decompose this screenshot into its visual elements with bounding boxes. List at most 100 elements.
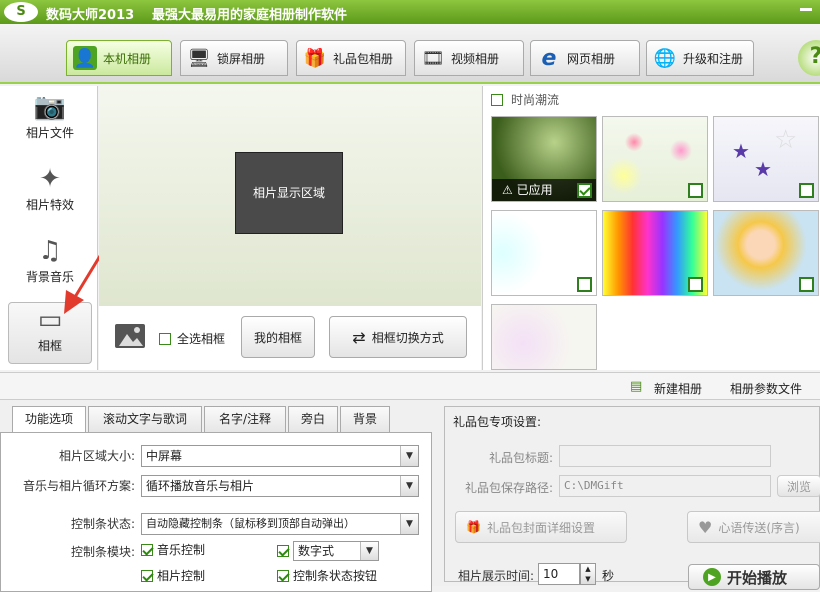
select-all-frames[interactable]: 全选相框 — [159, 330, 225, 347]
number-style-select[interactable]: 数字式 ▼ — [293, 541, 379, 561]
module-state-checkbox[interactable] — [277, 569, 289, 582]
gift-title-label: 礼品包标题: — [488, 451, 553, 465]
subtab-background[interactable]: 背景 — [340, 406, 390, 432]
my-frames-button[interactable]: 我的相框 — [241, 316, 315, 358]
category-label: 时尚潮流 — [511, 93, 560, 107]
module-number-checkbox[interactable] — [277, 545, 289, 557]
gift-path-input[interactable]: C:\DMGift — [559, 475, 771, 497]
photo-preview-area: 相片显示区域 — [99, 86, 481, 306]
number-style-value: 数字式 — [298, 544, 335, 558]
frame-thumb-leaves[interactable]: ⚠ 已应用 — [491, 116, 597, 202]
gift-cover-settings-button[interactable]: 🎁 礼品包封面详细设置 — [455, 511, 627, 543]
sidebar-item-photo-files[interactable]: 📷 相片文件 — [8, 90, 92, 154]
frame-gallery: 时尚潮流 ⚠ 已应用 ★ ★ ☆ — [482, 86, 820, 370]
gift-icon: 🎁 — [303, 47, 327, 69]
module-music[interactable]: 音乐控制 — [141, 541, 205, 558]
album-params-button[interactable]: 相册参数文件 — [730, 380, 802, 397]
duration-unit: 秒 — [602, 569, 615, 583]
area-size-label: 相片区域大小: — [58, 449, 135, 463]
select-all-checkbox[interactable] — [159, 332, 171, 345]
subtab-narration[interactable]: 旁白 — [288, 406, 338, 432]
frame-thumb-swirl[interactable] — [491, 210, 597, 296]
tab-web-album[interactable]: e 网页相册 — [530, 40, 640, 76]
chevron-down-icon: ▼ — [400, 446, 418, 466]
main-tab-bar: 👤 本机相册 🖥 锁屏相册 🎁 礼品包相册 🎞 视频相册 e 网页相册 🌐 升级… — [0, 24, 820, 84]
select-all-label: 全选相框 — [177, 332, 226, 346]
loop-select[interactable]: 循环播放音乐与相片 ▼ — [141, 475, 419, 497]
options-panel: 功能选项 滚动文字与歌词 名字/注释 旁白 背景 相片区域大小: 中屏幕 ▼ 音… — [0, 400, 442, 592]
module-music-label: 音乐控制 — [157, 543, 206, 557]
gift-settings-box: 礼品包专项设置: 礼品包标题: 礼品包保存路径: C:\DMGift 浏览 🎁 … — [444, 406, 820, 582]
frame-thumb-bubbles[interactable] — [602, 116, 708, 202]
help-button[interactable]: ? — [798, 40, 820, 76]
duration-value: 10 — [543, 567, 559, 581]
subtab-options[interactable]: 功能选项 — [12, 406, 86, 433]
duration-label: 相片展示时间: — [457, 569, 534, 583]
tab-label: 礼品包相册 — [333, 51, 394, 66]
chevron-down-icon: ▼ — [400, 514, 418, 534]
bar-state-select[interactable]: 自动隐藏控制条（鼠标移到顶部自动弹出） ▼ — [141, 513, 419, 535]
frame-thumb-cartoon-girl[interactable] — [713, 210, 819, 296]
play-icon: ▶ — [703, 568, 721, 586]
frame-checkbox[interactable] — [799, 277, 814, 292]
module-state-button[interactable]: 控制条状态按钮 — [277, 567, 377, 584]
new-album-button[interactable]: 新建相册 — [654, 380, 702, 397]
tab-label: 视频相册 — [451, 51, 500, 66]
subtab-scroll-text[interactable]: 滚动文字与歌词 — [88, 406, 202, 432]
applied-label: 已应用 — [516, 183, 553, 197]
module-number[interactable]: 数字式 ▼ — [277, 541, 379, 561]
start-play-button[interactable]: ▶ 开始播放 — [688, 564, 820, 590]
module-photo-checkbox[interactable] — [141, 569, 153, 582]
module-music-checkbox[interactable] — [141, 543, 153, 556]
bar-state-label: 控制条状态: — [70, 517, 135, 531]
area-size-value: 中屏幕 — [146, 449, 183, 463]
app-slogan: 最强大最易用的家庭相册制作软件 — [152, 8, 348, 23]
gift-path-label: 礼品包保存路径: — [464, 481, 553, 495]
module-photo-label: 相片控制 — [157, 569, 206, 583]
frame-checkbox[interactable] — [799, 183, 814, 198]
gallery-category[interactable]: 时尚潮流 — [491, 91, 559, 108]
tab-local-album[interactable]: 👤 本机相册 — [66, 40, 172, 76]
bar-module-label: 控制条模块: — [70, 545, 135, 559]
tab-lockscreen-album[interactable]: 🖥 锁屏相册 — [180, 40, 288, 76]
blessing-label: 心语传送(序言) — [718, 520, 800, 535]
tab-label: 网页相册 — [567, 51, 616, 66]
person-photo-icon: 👤 — [73, 46, 97, 70]
gift-icon: 🎁 — [466, 520, 481, 534]
tab-gift-album[interactable]: 🎁 礼品包相册 — [296, 40, 406, 76]
tab-upgrade-register[interactable]: 🌐 升级和注册 — [646, 40, 754, 76]
frame-thumb-stars[interactable]: ★ ★ ☆ — [713, 116, 819, 202]
frame-thumb-floral[interactable] — [491, 304, 597, 370]
frame-thumb-rainbow[interactable] — [602, 210, 708, 296]
star-icon: ★ — [754, 157, 772, 181]
module-photo[interactable]: 相片控制 — [141, 567, 205, 584]
frame-checkbox[interactable] — [688, 183, 703, 198]
browse-button[interactable]: 浏览 — [777, 475, 820, 497]
switch-mode-label: 相框切换方式 — [371, 330, 444, 345]
duration-spinner[interactable]: ▲ ▼ — [580, 563, 596, 585]
gift-section-title: 礼品包专项设置: — [453, 415, 542, 429]
tab-video-album[interactable]: 🎞 视频相册 — [414, 40, 524, 76]
blessing-button[interactable]: ♥ 心语传送(序言) — [687, 511, 820, 543]
gift-title-input[interactable] — [559, 445, 771, 467]
loop-label: 音乐与相片循环方案: — [22, 479, 135, 493]
category-checkbox[interactable] — [491, 93, 503, 106]
area-size-select[interactable]: 中屏幕 ▼ — [141, 445, 419, 467]
title-bar: S 数码大师2013 最强大最易用的家庭相册制作软件 — [0, 0, 820, 24]
frame-checkbox[interactable] — [577, 277, 592, 292]
minimize-button[interactable] — [800, 8, 812, 11]
module-state-label: 控制条状态按钮 — [293, 569, 378, 583]
bar-state-value: 自动隐藏控制条（鼠标移到顶部自动弹出） — [146, 517, 355, 530]
frame-checkbox[interactable] — [577, 183, 592, 198]
browser-icon: e — [541, 45, 557, 71]
subtab-names[interactable]: 名字/注释 — [204, 406, 286, 432]
frame-switch-mode-button[interactable]: ⇄ 相框切换方式 — [329, 316, 467, 358]
duration-input[interactable]: 10 — [538, 563, 580, 585]
star-icon: ★ — [732, 139, 750, 163]
loop-value: 循环播放音乐与相片 — [146, 479, 255, 493]
browse-label: 浏览 — [786, 479, 811, 494]
frame-checkbox[interactable] — [688, 277, 703, 292]
tab-label: 升级和注册 — [683, 51, 744, 66]
camera-icon: 📷 — [33, 92, 67, 122]
monitor-icon: 🖥 — [187, 47, 211, 69]
